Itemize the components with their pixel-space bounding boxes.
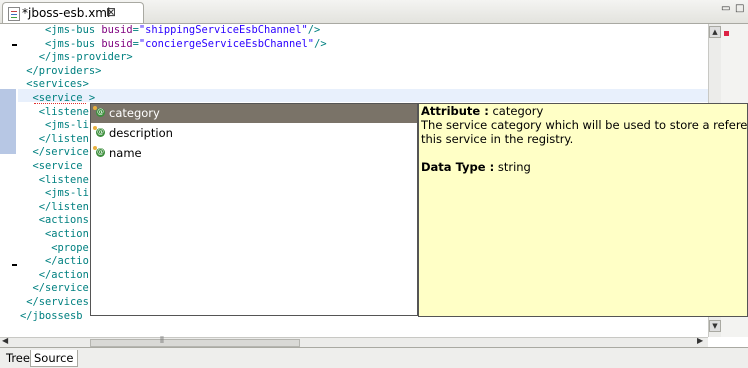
code-line: <services> — [26, 78, 89, 91]
editor-tab-bar: *jboss-esb.xml ⊠ ▭ □ — [0, 0, 748, 24]
code-line: </listen — [38, 200, 89, 213]
close-icon[interactable]: ⊠ — [106, 5, 116, 19]
code-line: </service — [32, 282, 89, 295]
proposal-item-description[interactable]: @ description — [91, 124, 417, 143]
editor-page-tabs: Tree Source — [0, 347, 748, 368]
attribute-icon: @ — [96, 128, 105, 137]
minimize-icon[interactable]: ▭ — [721, 4, 731, 14]
attribute-info-tooltip: Attribute : category The service categor… — [418, 103, 748, 317]
scroll-left-icon[interactable]: ◀ — [2, 336, 8, 345]
code-line: </action — [38, 268, 89, 281]
tab-source[interactable]: Source — [30, 350, 78, 367]
attribute-badge-icon — [93, 106, 97, 110]
proposal-label: description — [109, 126, 173, 140]
code-line: <action — [45, 228, 89, 240]
code-line: <jms-li — [45, 187, 89, 200]
datatype-value: string — [497, 160, 531, 174]
attribute-badge-icon — [93, 146, 97, 150]
tab-tree[interactable]: Tree — [3, 350, 33, 366]
change-marker — [0, 89, 16, 154]
code-line: </service — [32, 146, 89, 159]
code-line: <jms-li — [45, 119, 89, 132]
code-line: <prope — [51, 241, 89, 254]
attribute-badge-icon — [93, 126, 97, 130]
scroll-thumb[interactable] — [90, 339, 300, 347]
content-assist-popup: @ category @ description @ name — [90, 103, 418, 316]
xml-file-icon — [8, 7, 20, 21]
scroll-right-icon[interactable]: ▶ — [697, 336, 703, 345]
code-line: </jms-provider> — [38, 51, 133, 64]
attribute-description-cont: this service in the registry. — [421, 132, 574, 146]
scroll-grip-icon: ⦀ — [160, 336, 164, 346]
attribute-icon: @ — [96, 108, 105, 117]
code-line: <jms-bus busid="shippingServiceEsbChanne… — [45, 24, 321, 36]
scroll-up-icon[interactable]: ▲ — [709, 26, 721, 38]
code-line: </jbossesb — [20, 309, 83, 322]
code-line: <listene — [38, 173, 89, 186]
editor-gutter — [0, 24, 18, 337]
code-line: </listen — [38, 132, 89, 145]
gutter-marker — [12, 264, 17, 266]
code-line: <listene — [38, 105, 89, 118]
datatype-label: Data Type : — [421, 160, 495, 174]
tab-jboss-esb-xml[interactable]: *jboss-esb.xml ⊠ — [2, 2, 144, 23]
maximize-icon[interactable]: □ — [735, 4, 745, 14]
attribute-value: category — [492, 104, 544, 118]
proposal-label: category — [109, 106, 160, 120]
proposal-item-name[interactable]: @ name — [91, 144, 417, 163]
code-line: <service — [32, 160, 83, 172]
attribute-icon: @ — [96, 148, 105, 157]
current-line-highlight — [18, 89, 708, 102]
scroll-down-icon[interactable]: ▼ — [709, 320, 721, 332]
gutter-marker — [12, 44, 17, 46]
proposal-item-category[interactable]: @ category — [91, 104, 417, 123]
code-line: </providers> — [26, 64, 102, 77]
code-line: <actions — [38, 214, 89, 227]
code-line: </services — [26, 296, 89, 308]
error-squiggle — [34, 100, 86, 104]
error-marker[interactable] — [724, 31, 729, 36]
code-line: <jms-bus busid="conciergeServiceEsbChann… — [45, 37, 327, 50]
code-line: </actio — [45, 255, 89, 268]
attribute-description: The service category which will be used … — [421, 118, 748, 132]
proposal-label: name — [109, 146, 142, 160]
tab-title: *jboss-esb.xml — [22, 6, 111, 20]
attribute-label: Attribute : — [421, 104, 489, 118]
